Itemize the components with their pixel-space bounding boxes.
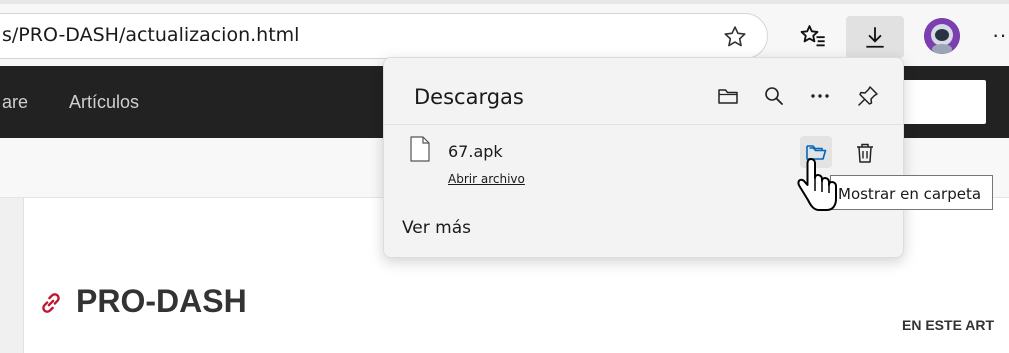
tooltip: Mostrar en carpeta (830, 175, 993, 210)
avatar[interactable] (924, 18, 960, 54)
favorites-button[interactable] (797, 20, 829, 52)
downloads-button[interactable] (846, 16, 904, 58)
left-gutter (0, 198, 24, 353)
toc-heading: EN ESTE ART (902, 317, 995, 333)
pin-panel-button[interactable] (854, 82, 882, 110)
folder-icon (718, 89, 738, 104)
link-icon (42, 293, 60, 313)
nav-link-software[interactable]: are (2, 92, 28, 113)
delete-download-button[interactable] (850, 138, 880, 168)
page-title: PRO-DASH (76, 283, 247, 319)
nav-link-articulos[interactable]: Artículos (69, 92, 139, 113)
star-icon (724, 26, 746, 47)
open-file-link[interactable]: Abrir archivo (448, 172, 525, 186)
more-horizontal-icon (811, 94, 829, 98)
see-more-link[interactable]: Ver más (402, 218, 471, 238)
more-icon: ··· (992, 22, 1009, 47)
profile-avatar-icon (924, 18, 960, 54)
hand-cursor-icon (797, 158, 837, 211)
url-text[interactable]: s/PRO-DASH/actualizacion.html (2, 24, 299, 46)
favorite-button[interactable] (718, 22, 752, 52)
downloads-more-options-button[interactable] (806, 82, 834, 110)
download-file-name[interactable]: 67.apk (448, 142, 503, 161)
site-search-input[interactable] (892, 80, 986, 124)
panel-divider (384, 124, 903, 125)
pin-icon (858, 86, 878, 106)
search-icon (765, 87, 783, 105)
trash-icon (857, 143, 873, 163)
download-icon (866, 27, 884, 48)
downloads-panel-title: Descargas (414, 85, 524, 109)
favorites-icon (800, 25, 825, 47)
tab-strip-edge (0, 0, 1009, 4)
file-icon (410, 136, 430, 162)
open-downloads-folder-button[interactable] (714, 82, 742, 110)
search-downloads-button[interactable] (760, 82, 788, 110)
more-button[interactable]: ··· (990, 22, 1009, 48)
